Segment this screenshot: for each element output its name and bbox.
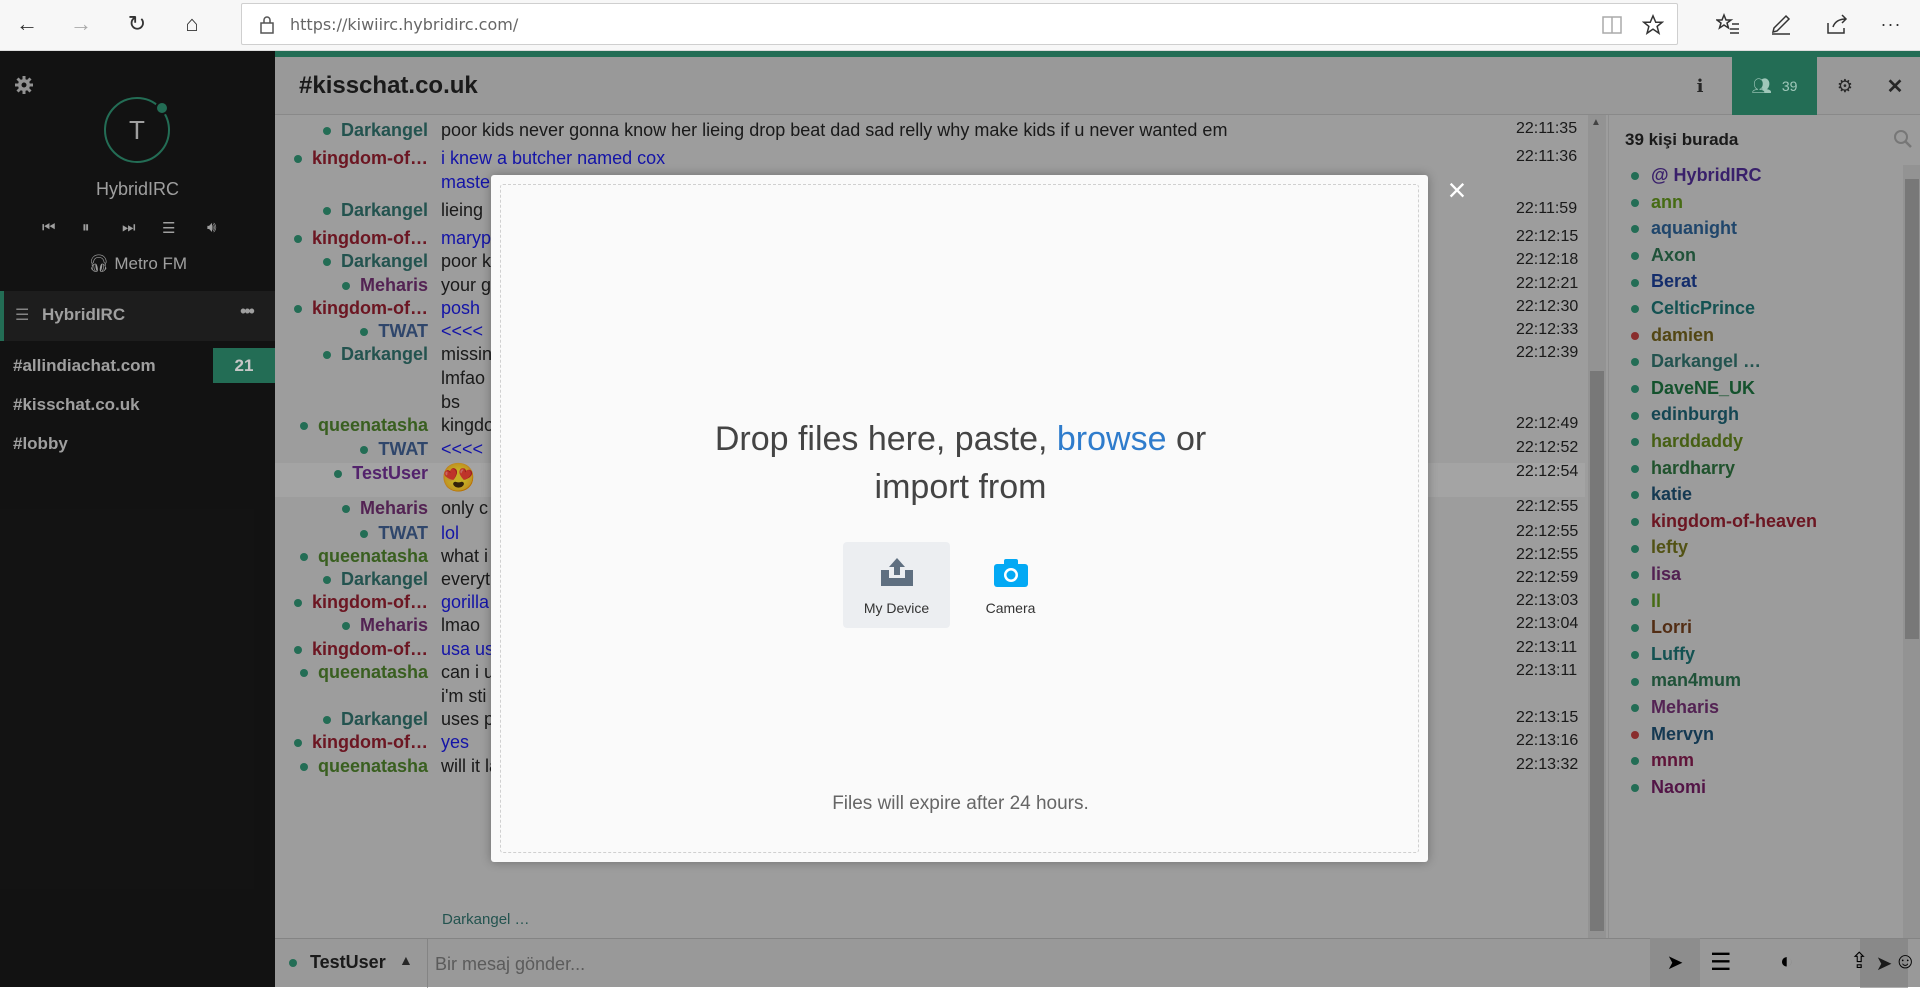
my-device-label: My Device [863,600,930,616]
browse-link[interactable]: browse [1057,420,1167,458]
lock-icon [260,16,274,34]
drop-zone[interactable]: Drop files here, paste, browse or import… [500,184,1419,853]
camera-label: Camera [985,600,1036,616]
device-upload-icon [881,558,913,586]
drop-text-2: or [1175,420,1207,458]
expire-note: Files will expire after 24 hours. [832,793,1089,814]
pen-notes-icon[interactable] [1770,13,1792,35]
share-icon[interactable] [1825,13,1849,35]
url-text: https://kiwiirc.hybridirc.com/ [290,15,519,34]
upload-dialog: Drop files here, paste, browse or import… [491,175,1428,862]
drop-text-1: Drop files here, paste, [714,420,1048,458]
close-dialog-icon[interactable]: × [1442,174,1472,206]
my-device-button[interactable]: My Device [843,542,950,628]
favorites-list-icon[interactable] [1716,13,1740,35]
browser-toolbar: ← → ↻ ⌂ https://kiwiirc.hybridirc.com/ ·… [0,0,1920,51]
drop-text-3: import from [874,468,1047,506]
address-bar[interactable]: https://kiwiirc.hybridirc.com/ [241,3,1678,45]
camera-button[interactable]: Camera [957,542,1064,628]
reading-view-icon[interactable] [1602,16,1622,34]
refresh-icon[interactable]: ↻ [119,8,155,40]
more-menu-icon[interactable]: ··· [1873,8,1909,40]
forward-icon[interactable]: → [63,8,99,40]
back-icon[interactable]: ← [9,8,45,40]
drop-instructions: Drop files here, paste, browse or import… [501,415,1420,511]
camera-icon [994,559,1028,587]
favorite-star-icon[interactable] [1642,14,1664,36]
home-icon[interactable]: ⌂ [174,8,210,40]
